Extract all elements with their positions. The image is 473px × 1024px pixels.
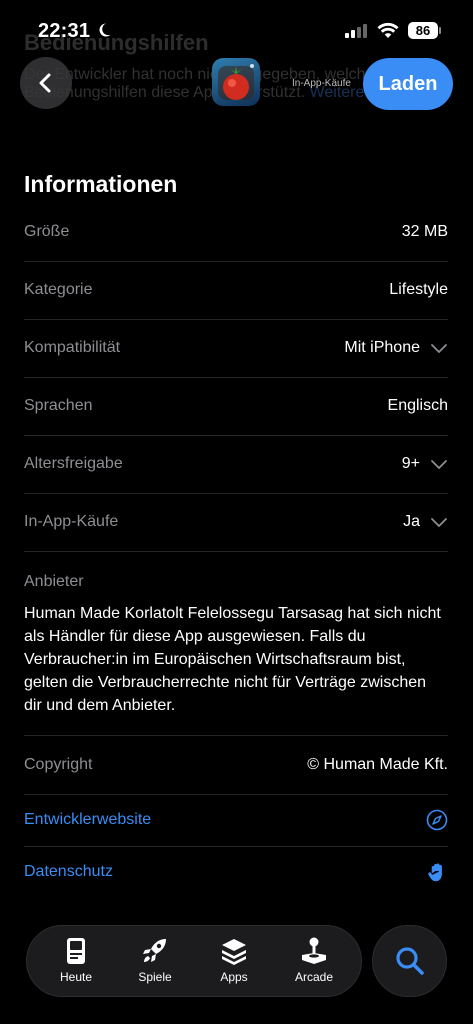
tomato-icon bbox=[218, 64, 254, 100]
info-key: Größe bbox=[24, 223, 70, 240]
compass-icon bbox=[426, 809, 448, 831]
chevron-down-icon bbox=[431, 460, 447, 470]
info-key: Kompatibilität bbox=[24, 339, 121, 356]
info-key: Copyright bbox=[24, 756, 93, 773]
info-value: 32 MB bbox=[401, 223, 448, 240]
tab-label: Apps bbox=[220, 970, 248, 984]
tab-apps[interactable]: Apps bbox=[201, 936, 267, 990]
tab-games[interactable]: Spiele bbox=[122, 936, 188, 990]
info-row-compatibility[interactable]: Kompatibilität Mit iPhone bbox=[24, 319, 448, 378]
rocket-icon bbox=[143, 939, 166, 962]
info-key: Sprachen bbox=[24, 397, 93, 414]
link-label: Datenschutz bbox=[24, 863, 113, 880]
info-value: Ja bbox=[403, 493, 448, 551]
in-app-purchases-label: In-App-Käufe bbox=[292, 78, 351, 89]
vendor-text: Human Made Korlatolt Felelossegu Tarsasa… bbox=[24, 605, 441, 714]
accessibility-title: Bedienungshilfen bbox=[24, 30, 209, 55]
info-row-size: Größe 32 MB bbox=[24, 203, 448, 262]
info-value: © Human Made Kft. bbox=[307, 756, 448, 773]
apps-stack-icon bbox=[222, 939, 246, 965]
vendor-key: Anbieter bbox=[24, 573, 84, 590]
info-value: Englisch bbox=[387, 397, 448, 414]
info-row-in-app-purchases[interactable]: In-App-Käufe Ja bbox=[24, 493, 448, 552]
information-title: Informationen bbox=[24, 171, 178, 197]
vendor-section: Anbieter Human Made Korlatolt Felelosseg… bbox=[24, 573, 448, 717]
chevron-left-icon bbox=[39, 73, 51, 93]
developer-website-link[interactable]: Entwicklerwebsite bbox=[24, 794, 448, 847]
tab-label: Arcade bbox=[294, 970, 334, 984]
tab-label: Spiele bbox=[138, 970, 172, 984]
info-key: Altersfreigabe bbox=[24, 455, 123, 472]
tab-arcade[interactable]: Arcade bbox=[281, 936, 347, 990]
chevron-down-icon bbox=[431, 344, 447, 354]
hand-icon bbox=[428, 863, 442, 882]
tab-today[interactable]: Heute bbox=[43, 936, 109, 990]
search-icon bbox=[395, 947, 424, 975]
info-key: In-App-Käufe bbox=[24, 513, 119, 530]
back-button[interactable] bbox=[20, 57, 72, 109]
info-key: Kategorie bbox=[24, 281, 93, 298]
app-icon bbox=[212, 58, 260, 106]
today-icon bbox=[67, 938, 85, 964]
info-row-languages: Sprachen Englisch bbox=[24, 377, 448, 436]
get-button[interactable]: Laden bbox=[363, 58, 453, 110]
search-button[interactable] bbox=[372, 925, 447, 997]
joystick-icon bbox=[302, 937, 326, 964]
tab-bar: Heute Spiele Apps Arcade bbox=[26, 925, 362, 997]
info-value: 9+ bbox=[402, 435, 448, 493]
info-row-copyright: Copyright © Human Made Kft. bbox=[24, 736, 448, 795]
info-row-category: Kategorie Lifestyle bbox=[24, 261, 448, 320]
info-value: Mit iPhone bbox=[344, 319, 448, 377]
privacy-link[interactable]: Datenschutz bbox=[24, 846, 448, 898]
link-label: Entwicklerwebsite bbox=[24, 811, 152, 828]
chevron-down-icon bbox=[431, 518, 447, 528]
info-row-age-rating[interactable]: Altersfreigabe 9+ bbox=[24, 435, 448, 494]
info-value: Lifestyle bbox=[389, 281, 448, 298]
tab-label: Heute bbox=[59, 970, 93, 984]
